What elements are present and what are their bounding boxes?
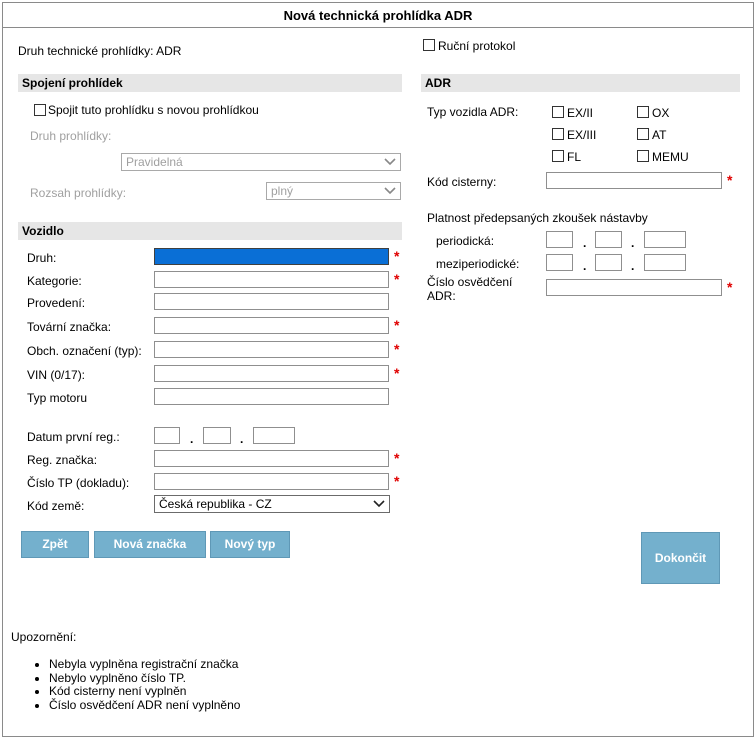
required-marker: *: [394, 248, 400, 264]
required-marker: *: [727, 279, 733, 295]
tovarni-znacka-input[interactable]: [154, 317, 389, 334]
reg-date-year-input[interactable]: [253, 427, 295, 444]
warning-item: Nebyla vyplněna registrační značka: [49, 657, 240, 672]
type-exiii-label: EX/III: [567, 128, 597, 142]
adr-vehicle-type-label: Typ vozidla ADR:: [427, 105, 519, 119]
link-inspection-checkbox[interactable]: [34, 104, 46, 116]
chevron-down-icon: [384, 187, 396, 195]
reg-znacka-input[interactable]: [154, 450, 389, 467]
dialog-title: Nová technická prohlídka ADR: [3, 3, 753, 28]
adr-cert-input[interactable]: [546, 279, 722, 296]
datum-prvni-reg-label: Datum první reg.:: [27, 430, 120, 444]
reg-date-month-input[interactable]: [203, 427, 231, 444]
manual-protocol-label: Ruční protokol: [438, 39, 516, 53]
periodic-label: periodická:: [436, 234, 495, 248]
cislo-tp-input[interactable]: [154, 473, 389, 490]
chevron-down-icon: [373, 500, 385, 508]
druh-label: Druh:: [27, 251, 57, 265]
type-exii-checkbox[interactable]: [552, 106, 564, 118]
date-separator: .: [583, 259, 587, 273]
obch-oznaceni-input[interactable]: [154, 341, 389, 358]
country-value: Česká republika - CZ: [159, 497, 272, 511]
obch-oznaceni-label: Obch. označení (typ):: [27, 344, 142, 358]
periodic-year-input[interactable]: [644, 231, 686, 248]
inspection-scope-select[interactable]: plný: [266, 182, 401, 200]
type-ox-checkbox[interactable]: [637, 106, 649, 118]
inspection-type-label: Druh technické prohlídky: ADR: [18, 44, 182, 58]
required-marker: *: [394, 365, 400, 381]
inspection-kind-value: Pravidelná: [126, 155, 183, 169]
inspection-kind-select[interactable]: Pravidelná: [121, 153, 401, 171]
type-memu-label: MEMU: [652, 150, 689, 164]
date-separator: .: [631, 236, 635, 250]
date-separator: .: [240, 432, 244, 446]
vin-label: VIN (0/17):: [27, 368, 86, 382]
interperiodic-year-input[interactable]: [644, 254, 686, 271]
date-separator: .: [190, 432, 194, 446]
section-heading-adr: ADR: [421, 74, 740, 92]
cislo-tp-label: Číslo TP (dokladu):: [27, 476, 130, 490]
inspection-scope-value: plný: [271, 184, 294, 198]
required-marker: *: [394, 317, 400, 333]
warnings-list: Nebyla vyplněna registrační značka Nebyl…: [33, 657, 240, 713]
country-select[interactable]: Česká republika - CZ: [154, 495, 390, 513]
kod-zeme-label: Kód země:: [27, 499, 85, 513]
interperiodic-day-input[interactable]: [546, 254, 573, 271]
periodic-month-input[interactable]: [595, 231, 622, 248]
warning-item: Nebylo vyplněno číslo TP.: [49, 671, 240, 686]
required-marker: *: [394, 473, 400, 489]
finish-button[interactable]: Dokončit: [641, 532, 720, 584]
date-separator: .: [631, 259, 635, 273]
type-at-checkbox[interactable]: [637, 128, 649, 140]
type-ox-label: OX: [652, 106, 670, 120]
warnings-title: Upozornění:: [11, 630, 77, 644]
section-heading-vehicle: Vozidlo: [18, 222, 402, 240]
adr-cert-label-line2: ADR:: [427, 289, 456, 303]
interperiodic-month-input[interactable]: [595, 254, 622, 271]
kategorie-input[interactable]: [154, 271, 389, 288]
new-brand-button[interactable]: Nová značka: [94, 531, 206, 558]
type-at-label: AT: [652, 128, 667, 142]
type-fl-label: FL: [567, 150, 582, 164]
typ-motoru-label: Typ motoru: [27, 391, 88, 405]
type-exiii-checkbox[interactable]: [552, 128, 564, 140]
chevron-down-icon: [384, 158, 396, 166]
manual-protocol-checkbox[interactable]: [423, 39, 435, 51]
new-type-button[interactable]: Nový typ: [210, 531, 290, 558]
date-separator: .: [583, 236, 587, 250]
warning-item: Číslo osvědčení ADR není vyplněno: [49, 698, 240, 713]
warning-item: Kód cisterny není vyplněn: [49, 684, 240, 699]
link-inspection-label: Spojit tuto prohlídku s novou prohlídkou: [48, 103, 259, 117]
required-marker: *: [394, 341, 400, 357]
validity-label: Platnost předepsaných zkoušek nástavby: [427, 211, 648, 225]
interperiodic-label: meziperiodické:: [436, 257, 520, 271]
type-fl-checkbox[interactable]: [552, 150, 564, 162]
inspection-scope-label: Rozsah prohlídky:: [30, 186, 127, 200]
type-memu-checkbox[interactable]: [637, 150, 649, 162]
provedeni-label: Provedení:: [27, 296, 86, 310]
section-heading-link: Spojení prohlídek: [18, 74, 402, 92]
back-button[interactable]: Zpět: [21, 531, 89, 558]
required-marker: *: [727, 172, 733, 188]
kategorie-label: Kategorie:: [27, 274, 82, 288]
druh-input[interactable]: [154, 248, 389, 265]
inspection-kind-label: Druh prohlídky:: [30, 129, 112, 143]
periodic-day-input[interactable]: [546, 231, 573, 248]
vin-input[interactable]: [154, 365, 389, 382]
reg-date-day-input[interactable]: [154, 427, 180, 444]
tank-code-input[interactable]: [546, 172, 722, 189]
required-marker: *: [394, 450, 400, 466]
reg-znacka-label: Reg. značka:: [27, 453, 98, 467]
provedeni-input[interactable]: [154, 293, 389, 310]
tovarni-znacka-label: Tovární značka:: [27, 320, 112, 334]
adr-cert-label-line1: Číslo osvědčení: [427, 275, 513, 289]
required-marker: *: [394, 271, 400, 287]
tank-code-label: Kód cisterny:: [427, 175, 497, 189]
typ-motoru-input[interactable]: [154, 388, 389, 405]
type-exii-label: EX/II: [567, 106, 594, 120]
dialog-window: Nová technická prohlídka ADR Druh techni…: [2, 2, 754, 737]
